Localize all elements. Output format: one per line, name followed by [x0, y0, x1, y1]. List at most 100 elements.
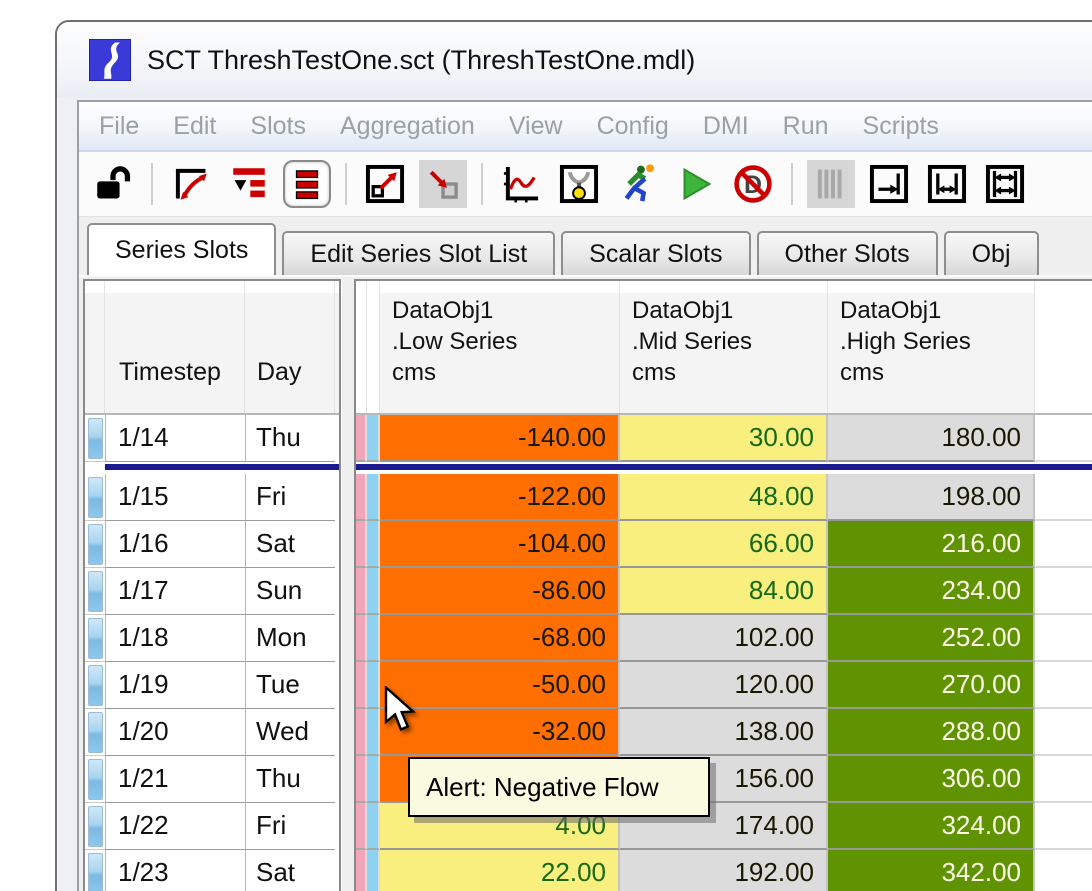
- row-marker[interactable]: [85, 615, 105, 662]
- timestep-cell[interactable]: 1/17: [105, 568, 245, 615]
- data-cell[interactable]: 234.00: [828, 568, 1035, 615]
- transpose-icon[interactable]: [167, 160, 215, 208]
- timestep-cell[interactable]: 1/19: [105, 662, 245, 709]
- row-marker[interactable]: [85, 415, 105, 462]
- timestep-cell[interactable]: 1/23: [105, 850, 245, 891]
- table-row[interactable]: 1/17Sun: [85, 568, 339, 615]
- table-row[interactable]: 1/18Mon: [85, 615, 339, 662]
- day-cell[interactable]: Sun: [245, 568, 335, 615]
- timestep-cell[interactable]: 1/15: [105, 474, 245, 521]
- data-cell[interactable]: -122.00: [380, 474, 620, 521]
- tab-edit-series-slot-list[interactable]: Edit Series Slot List: [282, 231, 555, 275]
- timestep-cell[interactable]: 1/14: [105, 415, 245, 462]
- day-cell[interactable]: Mon: [245, 615, 335, 662]
- data-cell[interactable]: 216.00: [828, 521, 1035, 568]
- data-cell[interactable]: -68.00: [380, 615, 620, 662]
- row-marker[interactable]: [85, 756, 105, 803]
- table-row[interactable]: 1/20Wed: [85, 709, 339, 756]
- row-marker[interactable]: [85, 521, 105, 568]
- data-cell[interactable]: 306.00: [828, 756, 1035, 803]
- day-cell[interactable]: Tue: [245, 662, 335, 709]
- table-row[interactable]: -32.00138.00288.00: [356, 709, 1092, 756]
- data-cell[interactable]: 180.00: [828, 415, 1035, 462]
- start-run-icon[interactable]: [671, 160, 719, 208]
- run-control-icon[interactable]: [613, 160, 661, 208]
- table-row[interactable]: 1/15Fri: [85, 474, 339, 521]
- table-row[interactable]: 1/22Fri: [85, 803, 339, 850]
- data-cell[interactable]: 84.00: [620, 568, 828, 615]
- data-cell[interactable]: 192.00: [620, 850, 828, 891]
- data-cell[interactable]: 270.00: [828, 662, 1035, 709]
- fit-all-columns-icon[interactable]: [981, 160, 1029, 208]
- day-cell[interactable]: Sat: [245, 850, 335, 891]
- timestep-header[interactable]: Timestep: [105, 281, 245, 413]
- column-header[interactable]: DataObj1.Mid Seriescms: [620, 281, 828, 413]
- day-cell[interactable]: Thu: [245, 415, 335, 462]
- data-cell[interactable]: 342.00: [828, 850, 1035, 891]
- data-cell[interactable]: 324.00: [828, 803, 1035, 850]
- row-marker[interactable]: [85, 850, 105, 891]
- series-rows-icon[interactable]: [283, 160, 331, 208]
- table-row[interactable]: -104.0066.00216.00: [356, 521, 1092, 568]
- fit-column-both-icon[interactable]: [923, 160, 971, 208]
- timestep-cell[interactable]: 1/18: [105, 615, 245, 662]
- day-cell[interactable]: Thu: [245, 756, 335, 803]
- table-row[interactable]: -50.00120.00270.00: [356, 662, 1092, 709]
- table-row[interactable]: 22.00192.00342.00: [356, 850, 1092, 891]
- aggregation-rows-icon[interactable]: [225, 160, 273, 208]
- data-cell[interactable]: 120.00: [620, 662, 828, 709]
- menu-item-file[interactable]: File: [99, 112, 139, 141]
- flag-config-icon[interactable]: [555, 160, 603, 208]
- tab-scalar-slots[interactable]: Scalar Slots: [561, 231, 750, 275]
- data-cell[interactable]: -86.00: [380, 568, 620, 615]
- timestep-cell[interactable]: 1/16: [105, 521, 245, 568]
- timestep-cell[interactable]: 1/20: [105, 709, 245, 756]
- column-header[interactable]: DataObj1.Low Seriescms: [380, 281, 620, 413]
- day-cell[interactable]: Sat: [245, 521, 335, 568]
- expand-slot-icon[interactable]: [361, 160, 409, 208]
- tab-series-slots[interactable]: Series Slots: [87, 223, 276, 275]
- column-header[interactable]: DataObj1.High Seriescms: [828, 281, 1035, 413]
- data-cell[interactable]: 30.00: [620, 415, 828, 462]
- day-cell[interactable]: Wed: [245, 709, 335, 756]
- day-header[interactable]: Day: [245, 281, 335, 413]
- menu-item-run[interactable]: Run: [783, 112, 829, 141]
- row-marker[interactable]: [85, 474, 105, 521]
- table-row[interactable]: 1/21Thu: [85, 756, 339, 803]
- table-row[interactable]: 1/16Sat: [85, 521, 339, 568]
- day-cell[interactable]: Fri: [245, 803, 335, 850]
- menu-item-edit[interactable]: Edit: [173, 112, 216, 141]
- menu-item-aggregation[interactable]: Aggregation: [340, 112, 475, 141]
- timestep-cell[interactable]: 1/21: [105, 756, 245, 803]
- data-cell[interactable]: 22.00: [380, 850, 620, 891]
- data-cell[interactable]: 138.00: [620, 709, 828, 756]
- row-marker[interactable]: [85, 709, 105, 756]
- row-marker[interactable]: [85, 568, 105, 615]
- data-cell[interactable]: 198.00: [828, 474, 1035, 521]
- tab-obj[interactable]: Obj: [944, 231, 1039, 275]
- tab-other-slots[interactable]: Other Slots: [757, 231, 938, 275]
- row-marker[interactable]: [85, 662, 105, 709]
- data-cell[interactable]: -140.00: [380, 415, 620, 462]
- table-row[interactable]: -140.0030.00180.00: [356, 415, 1092, 462]
- table-row[interactable]: 1/14Thu: [85, 415, 339, 462]
- plot-icon[interactable]: [497, 160, 545, 208]
- menu-item-dmi[interactable]: DMI: [703, 112, 749, 141]
- data-cell[interactable]: 288.00: [828, 709, 1035, 756]
- data-cell[interactable]: 252.00: [828, 615, 1035, 662]
- table-row[interactable]: 1/19Tue: [85, 662, 339, 709]
- menu-item-slots[interactable]: Slots: [250, 112, 306, 141]
- menu-item-view[interactable]: View: [509, 112, 563, 141]
- day-cell[interactable]: Fri: [245, 474, 335, 521]
- table-row[interactable]: -122.0048.00198.00: [356, 474, 1092, 521]
- data-cell[interactable]: 48.00: [620, 474, 828, 521]
- table-row[interactable]: 1/23Sat: [85, 850, 339, 891]
- menu-item-scripts[interactable]: Scripts: [863, 112, 939, 141]
- data-cell[interactable]: 102.00: [620, 615, 828, 662]
- table-row[interactable]: -86.0084.00234.00: [356, 568, 1092, 615]
- table-row[interactable]: -68.00102.00252.00: [356, 615, 1092, 662]
- fit-column-right-icon[interactable]: [865, 160, 913, 208]
- data-cell[interactable]: 66.00: [620, 521, 828, 568]
- diagnostics-off-icon[interactable]: D: [729, 160, 777, 208]
- row-marker[interactable]: [85, 803, 105, 850]
